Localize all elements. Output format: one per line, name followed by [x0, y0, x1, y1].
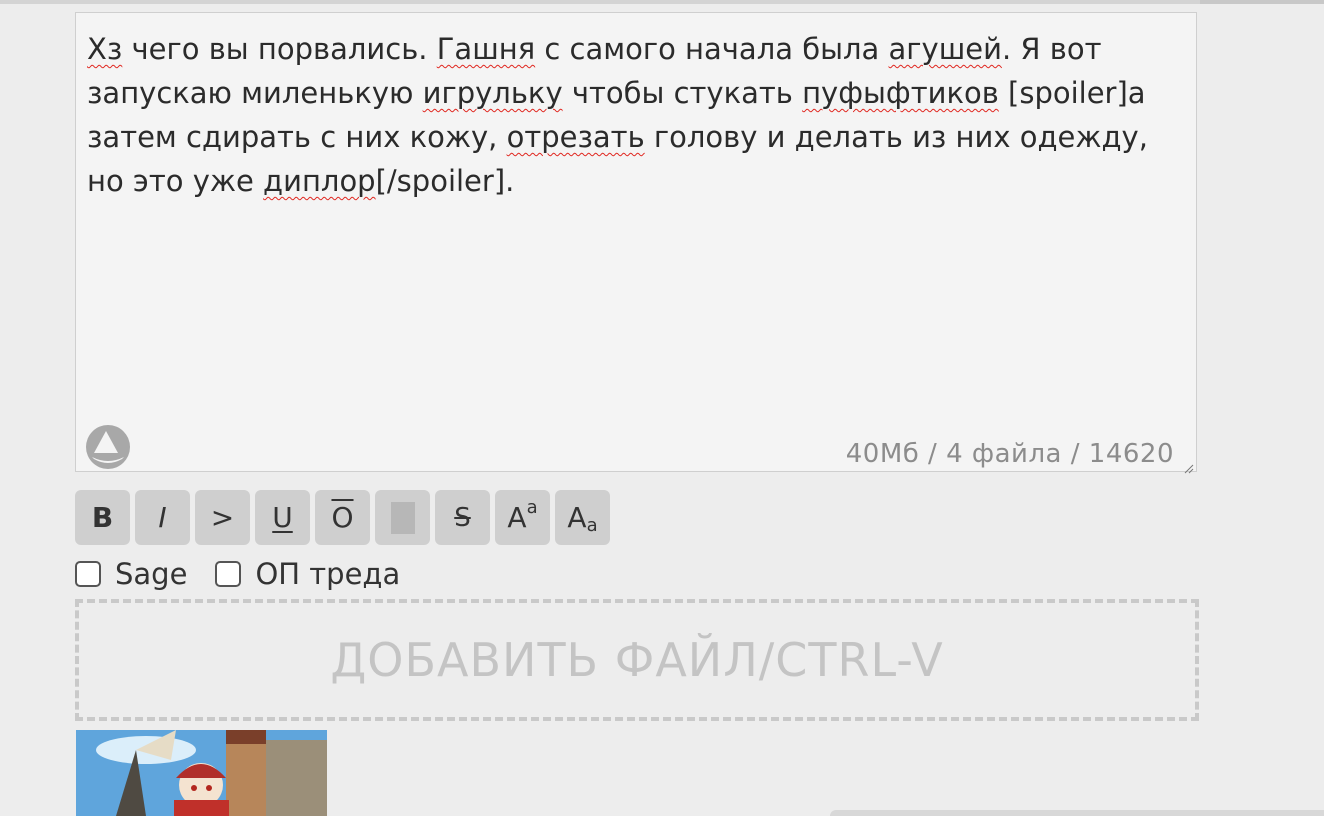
attached-image-thumbnail[interactable] — [76, 730, 327, 816]
text-run: [/spoiler]. — [375, 164, 515, 198]
sup-base-label: A — [507, 501, 527, 534]
sage-label: Sage — [115, 557, 188, 591]
subscript-button[interactable]: Aa — [555, 490, 610, 545]
sub-small-label: a — [586, 515, 598, 536]
quote-label: > — [210, 501, 235, 534]
text-run: с самого начала была — [535, 32, 889, 66]
sage-checkbox[interactable] — [75, 561, 101, 587]
overline-label: O — [331, 501, 354, 534]
sage-option[interactable]: Sage — [75, 557, 187, 591]
quote-button[interactable]: > — [195, 490, 250, 545]
file-dropzone[interactable]: ДОБАВИТЬ ФАЙЛ/CTRL-V — [75, 599, 1199, 721]
italic-button[interactable]: I — [135, 490, 190, 545]
thumbnail-image — [76, 730, 327, 816]
op-label: ОП треда — [255, 557, 401, 591]
misspelled-word: агушей — [888, 32, 1002, 66]
misspelled-word: игрульку — [422, 76, 563, 110]
misspelled-word: диплор — [263, 164, 376, 198]
overline-button[interactable]: O — [315, 490, 370, 545]
post-options: Sage ОП треда — [75, 556, 428, 592]
top-divider — [0, 0, 1324, 4]
superscript-button[interactable]: Aa — [495, 490, 550, 545]
bold-label: B — [91, 501, 114, 534]
sub-base-label: A — [567, 501, 587, 534]
post-text[interactable]: Хз чего вы порвались. Гашня с самого нач… — [87, 27, 1177, 203]
dropzone-label: ДОБАВИТЬ ФАЙЛ/CTRL-V — [330, 633, 944, 687]
spoiler-button[interactable] — [375, 490, 430, 545]
strike-label: S — [454, 502, 471, 533]
markup-toolbar: B I > U O S Aa Aa — [75, 490, 610, 546]
bold-button[interactable]: B — [75, 490, 130, 545]
post-textarea[interactable]: Хз чего вы порвались. Гашня с самого нач… — [75, 12, 1197, 474]
op-option[interactable]: ОП треда — [215, 557, 400, 591]
misspelled-word: Хз — [87, 32, 123, 66]
misspelled-word: отрезать — [506, 120, 645, 154]
sailboat-logo-icon — [84, 423, 132, 471]
italic-label: I — [158, 501, 167, 534]
bottom-scrollbar[interactable] — [830, 810, 1324, 816]
misspelled-word: Гашня — [436, 32, 536, 66]
resize-handle-icon[interactable] — [1184, 459, 1194, 474]
text-run: чего вы порвались. — [122, 32, 437, 66]
text-run: чтобы стукать — [562, 76, 803, 110]
upload-limits: 40Мб / 4 файла / 14620 — [845, 439, 1174, 469]
top-divider-segment — [1200, 0, 1324, 4]
underline-label: U — [272, 501, 293, 534]
spoiler-icon — [390, 501, 415, 534]
misspelled-word: пуфыфтиков — [802, 76, 999, 110]
sup-small-label: a — [526, 497, 538, 518]
strike-button[interactable]: S — [435, 490, 490, 545]
op-checkbox[interactable] — [215, 561, 242, 587]
underline-button[interactable]: U — [255, 490, 310, 545]
